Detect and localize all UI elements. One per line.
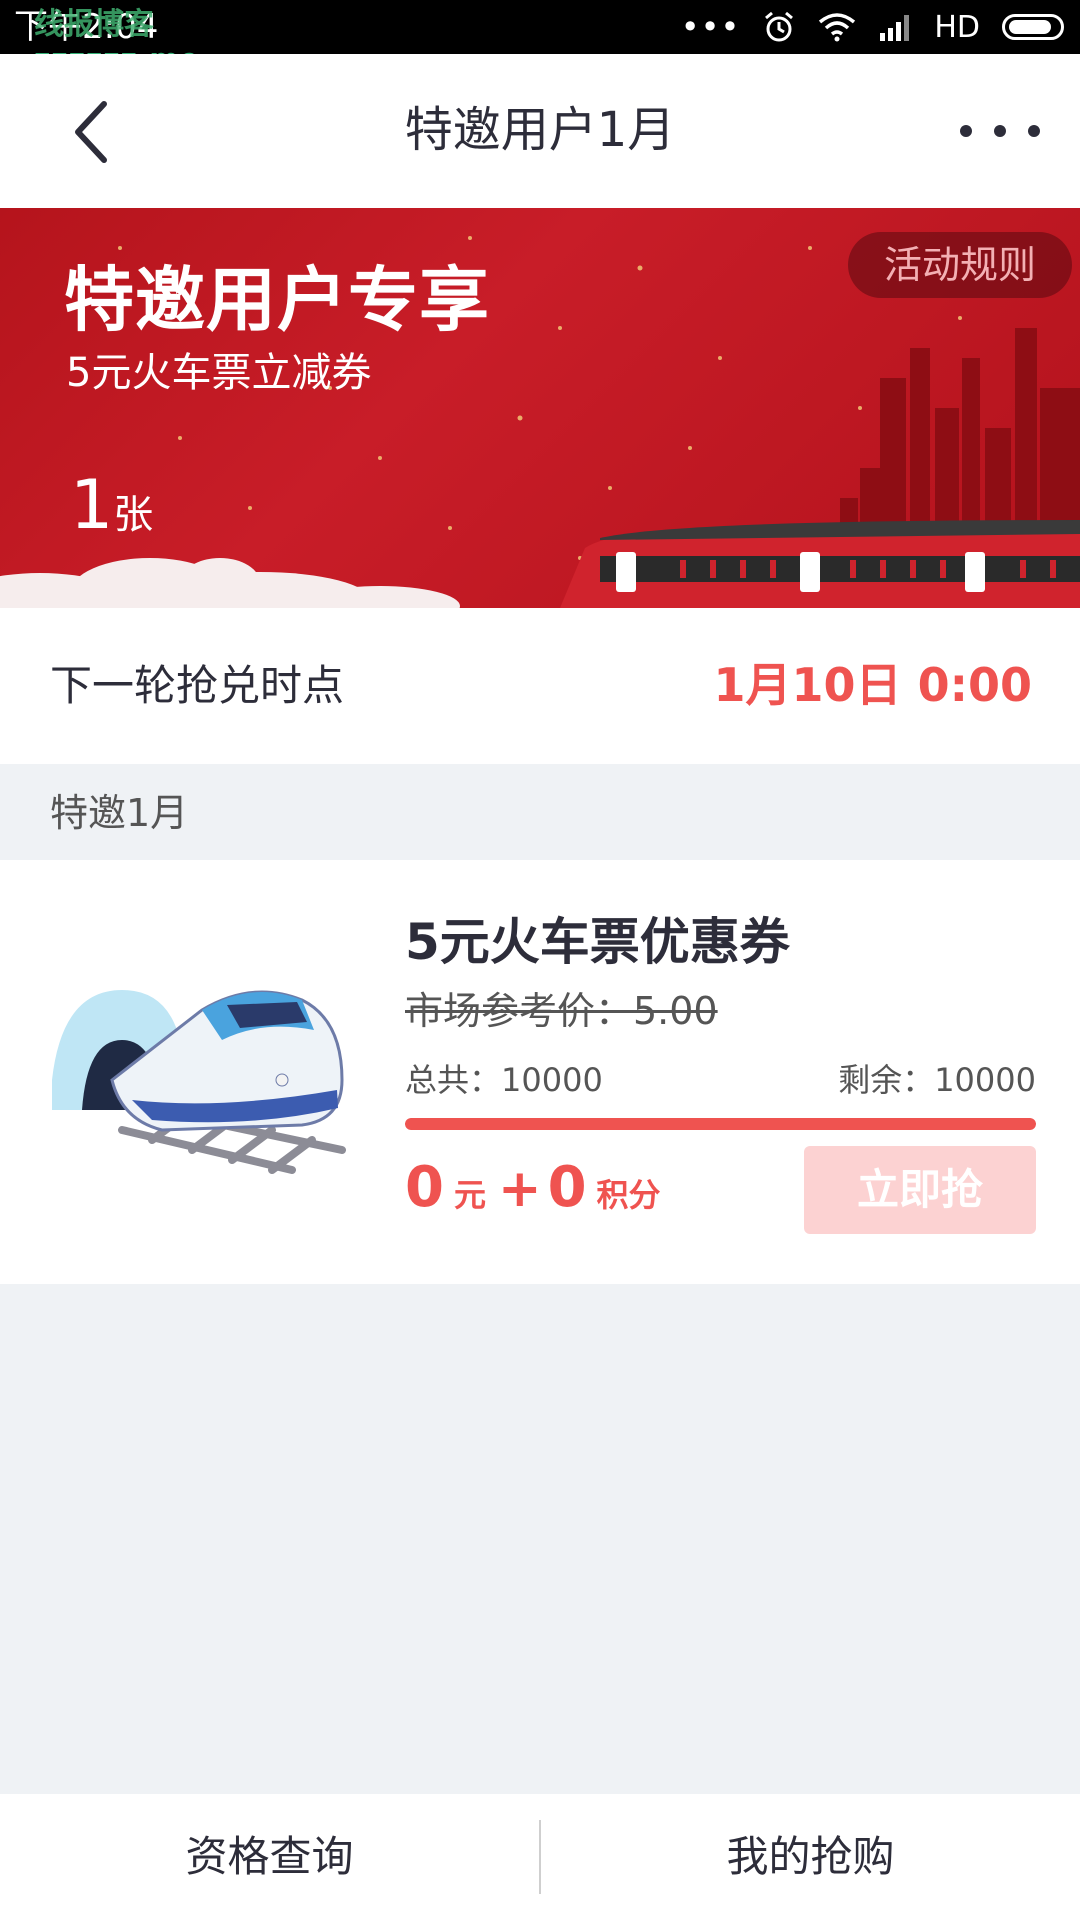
next-round-label: 下一轮抢兑时点 <box>50 661 345 710</box>
status-icons: ••• HD <box>681 6 1064 48</box>
grab-now-button[interactable]: 立即抢 <box>804 1146 1036 1234</box>
remaining-stock: 剩余：10000 <box>838 1061 1036 1099</box>
next-round-time: 1月10日 0:00 <box>713 658 1032 712</box>
train-product-image <box>52 990 346 1174</box>
watermark-text: 线报博客 <box>34 7 154 42</box>
coupon-count-number: 1 <box>70 466 114 545</box>
eligibility-query-tab[interactable]: 资格查询 <box>0 1794 539 1920</box>
signal-icon <box>880 15 910 41</box>
status-bar: 下午2:04 线报博客 zzzzzz.me ••• HD <box>0 0 1080 74</box>
my-purchases-tab[interactable]: 我的抢购 <box>541 1794 1080 1920</box>
nav-bar: 特邀用户1月 <box>0 54 1080 208</box>
product-name: 5元火车票优惠券 <box>405 913 790 971</box>
more-dots-icon <box>994 125 1006 137</box>
yuan-unit: 元 <box>453 1176 486 1214</box>
coupon-count-unit: 张 <box>113 492 154 538</box>
stock-progress-fill <box>405 1118 1036 1130</box>
banner-subtitle: 5元火车票立减券 <box>66 350 372 396</box>
price-line: 0 元 + 0 积分 <box>405 1148 661 1228</box>
notification-dots: ••• <box>680 8 741 46</box>
wifi-icon <box>819 13 856 42</box>
more-dots-icon <box>1028 125 1040 137</box>
coupon-count: 1张 <box>70 466 153 546</box>
price-points: 0 <box>547 1155 587 1220</box>
alarm-icon <box>765 11 794 42</box>
page-title: 特邀用户1月 <box>404 102 676 158</box>
more-options-button[interactable] <box>960 106 1040 156</box>
banner-title: 特邀用户专享 <box>64 259 490 341</box>
plus-sign: + <box>497 1159 542 1219</box>
total-stock: 总共：10000 <box>405 1061 603 1099</box>
product-card[interactable]: 5元火车票优惠券 市场参考价：5.00 总共：10000 剩余：10000 0 … <box>0 860 1080 1284</box>
price-yuan: 0 <box>405 1155 444 1220</box>
more-dots-icon <box>960 125 972 137</box>
activity-rules-button[interactable]: 活动规则 <box>847 232 1072 298</box>
section-title: 特邀1月 <box>50 791 189 835</box>
promo-banner: 特邀用户专享 5元火车票立减券 1张 活动规则 <box>0 208 1080 608</box>
section-header: 特邀1月 <box>0 764 1080 860</box>
network-type: HD <box>934 9 980 45</box>
points-unit: 积分 <box>596 1176 661 1214</box>
market-price: 市场参考价：5.00 <box>405 989 718 1033</box>
bottom-bar: 资格查询 我的抢购 <box>0 1794 1080 1920</box>
battery-icon <box>1002 14 1064 40</box>
next-round-row: 下一轮抢兑时点 1月10日 0:00 <box>0 608 1080 764</box>
stock-progress-bar <box>405 1118 1036 1130</box>
